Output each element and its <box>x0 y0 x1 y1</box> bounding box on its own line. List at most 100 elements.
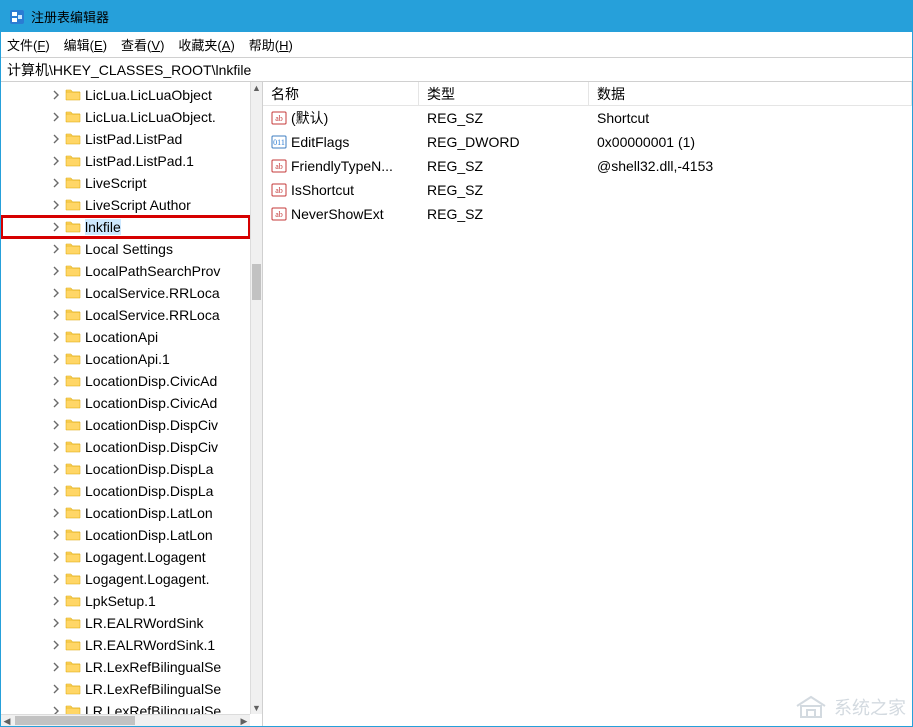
address-input[interactable] <box>1 59 912 81</box>
scroll-right-arrow-icon[interactable]: ▶ <box>238 715 250 726</box>
expand-icon[interactable] <box>49 484 63 498</box>
tree-item[interactable]: LR.LexRefBilingualSe <box>1 678 250 700</box>
tree-item-label: Logagent.Logagent <box>85 549 206 565</box>
folder-icon <box>65 461 81 477</box>
tree-item[interactable]: LicLua.LicLuaObject <box>1 84 250 106</box>
tree-item[interactable]: LocationDisp.DispCiv <box>1 436 250 458</box>
expand-icon[interactable] <box>49 594 63 608</box>
tree-item[interactable]: LR.EALRWordSink <box>1 612 250 634</box>
expand-icon[interactable] <box>49 396 63 410</box>
watermark: 系统之家 <box>794 694 906 720</box>
expand-icon[interactable] <box>49 176 63 190</box>
values-list[interactable]: ab(默认)REG_SZShortcut011EditFlagsREG_DWOR… <box>263 106 912 226</box>
value-type: REG_SZ <box>419 206 589 222</box>
expand-icon[interactable] <box>49 242 63 256</box>
tree-item[interactable]: LocalService.RRLoca <box>1 282 250 304</box>
tree-item[interactable]: LR.LexRefBilingualSe <box>1 656 250 678</box>
tree-item[interactable]: LocalService.RRLoca <box>1 304 250 326</box>
expand-icon[interactable] <box>49 308 63 322</box>
expand-icon[interactable] <box>49 264 63 278</box>
value-row[interactable]: ab(默认)REG_SZShortcut <box>263 106 912 130</box>
expand-icon[interactable] <box>49 528 63 542</box>
expand-icon[interactable] <box>49 286 63 300</box>
tree-item[interactable]: ListPad.ListPad.1 <box>1 150 250 172</box>
tree-item[interactable]: LocationDisp.DispCiv <box>1 414 250 436</box>
scroll-thumb[interactable] <box>15 716 135 725</box>
tree-item[interactable]: lnkfile <box>1 216 250 238</box>
tree-item[interactable]: LocationDisp.CivicAd <box>1 370 250 392</box>
column-header-name[interactable]: 名称 <box>263 82 419 105</box>
expand-icon[interactable] <box>49 550 63 564</box>
tree-item-label: LocationDisp.DispCiv <box>85 439 218 455</box>
expand-icon[interactable] <box>49 220 63 234</box>
scroll-down-arrow-icon[interactable]: ▼ <box>251 702 262 714</box>
tree-item[interactable]: LR.LexRefBilingualSe <box>1 700 250 714</box>
column-header-data[interactable]: 数据 <box>589 82 912 105</box>
expand-icon[interactable] <box>49 660 63 674</box>
registry-editor-window: 注册表编辑器 文件(F) 编辑(E) 查看(V) 收藏夹(A) 帮助(H) Li… <box>0 0 913 727</box>
tree-item[interactable]: LiveScript Author <box>1 194 250 216</box>
tree-item[interactable]: LocationDisp.CivicAd <box>1 392 250 414</box>
scroll-thumb[interactable] <box>252 264 261 300</box>
tree-item[interactable]: LocationApi <box>1 326 250 348</box>
expand-icon[interactable] <box>49 638 63 652</box>
expand-icon[interactable] <box>49 132 63 146</box>
tree-item[interactable]: Local Settings <box>1 238 250 260</box>
value-row[interactable]: 011EditFlagsREG_DWORD0x00000001 (1) <box>263 130 912 154</box>
tree-item[interactable]: LocationDisp.LatLon <box>1 502 250 524</box>
value-row[interactable]: abNeverShowExtREG_SZ <box>263 202 912 226</box>
tree-vertical-scrollbar[interactable]: ▲ ▼ <box>250 82 262 714</box>
expand-icon[interactable] <box>49 682 63 696</box>
registry-tree[interactable]: LicLua.LicLuaObjectLicLua.LicLuaObject.L… <box>1 82 250 714</box>
tree-item[interactable]: LR.EALRWordSink.1 <box>1 634 250 656</box>
titlebar[interactable]: 注册表编辑器 <box>1 1 912 32</box>
expand-icon[interactable] <box>49 418 63 432</box>
tree-item[interactable]: LocationDisp.DispLa <box>1 458 250 480</box>
menu-help[interactable]: 帮助(H) <box>249 35 293 54</box>
tree-item[interactable]: LicLua.LicLuaObject. <box>1 106 250 128</box>
tree-item[interactable]: ListPad.ListPad <box>1 128 250 150</box>
svg-text:ab: ab <box>275 186 283 195</box>
value-row[interactable]: abFriendlyTypeN...REG_SZ@shell32.dll,-41… <box>263 154 912 178</box>
scroll-up-arrow-icon[interactable]: ▲ <box>251 82 262 94</box>
menu-file[interactable]: 文件(F) <box>7 35 50 54</box>
expand-icon[interactable] <box>49 616 63 630</box>
string-value-icon: ab <box>271 182 287 198</box>
expand-icon[interactable] <box>49 88 63 102</box>
tree-item[interactable]: Logagent.Logagent. <box>1 568 250 590</box>
folder-icon <box>65 549 81 565</box>
column-header-type[interactable]: 类型 <box>419 82 589 105</box>
menu-view[interactable]: 查看(V) <box>121 35 164 54</box>
menu-edit[interactable]: 编辑(E) <box>64 35 107 54</box>
value-row[interactable]: abIsShortcutREG_SZ <box>263 178 912 202</box>
expand-icon[interactable] <box>49 462 63 476</box>
expand-icon[interactable] <box>49 374 63 388</box>
scroll-left-arrow-icon[interactable]: ◀ <box>1 715 13 726</box>
expand-icon[interactable] <box>49 198 63 212</box>
menu-favorites[interactable]: 收藏夹(A) <box>178 35 234 54</box>
tree-item[interactable]: LocationDisp.LatLon <box>1 524 250 546</box>
tree-item-label: LpkSetup.1 <box>85 593 156 609</box>
value-name: IsShortcut <box>291 182 354 198</box>
expand-icon[interactable] <box>49 110 63 124</box>
expand-icon[interactable] <box>49 440 63 454</box>
expand-icon[interactable] <box>49 154 63 168</box>
expand-icon[interactable] <box>49 330 63 344</box>
value-data: 0x00000001 (1) <box>589 134 912 150</box>
expand-icon[interactable] <box>49 572 63 586</box>
value-data: Shortcut <box>589 110 912 126</box>
tree-item[interactable]: LocalPathSearchProv <box>1 260 250 282</box>
tree-item[interactable]: LpkSetup.1 <box>1 590 250 612</box>
tree-item[interactable]: LocationDisp.DispLa <box>1 480 250 502</box>
tree-item[interactable]: LocationApi.1 <box>1 348 250 370</box>
expand-icon[interactable] <box>49 506 63 520</box>
tree-horizontal-scrollbar[interactable]: ◀ ▶ <box>1 714 250 726</box>
tree-item[interactable]: LiveScript <box>1 172 250 194</box>
expand-icon[interactable] <box>49 704 63 714</box>
tree-item[interactable]: Logagent.Logagent <box>1 546 250 568</box>
folder-icon <box>65 505 81 521</box>
expand-icon[interactable] <box>49 352 63 366</box>
tree-item-label: LocalService.RRLoca <box>85 307 220 323</box>
value-type: REG_DWORD <box>419 134 589 150</box>
svg-text:ab: ab <box>275 114 283 123</box>
